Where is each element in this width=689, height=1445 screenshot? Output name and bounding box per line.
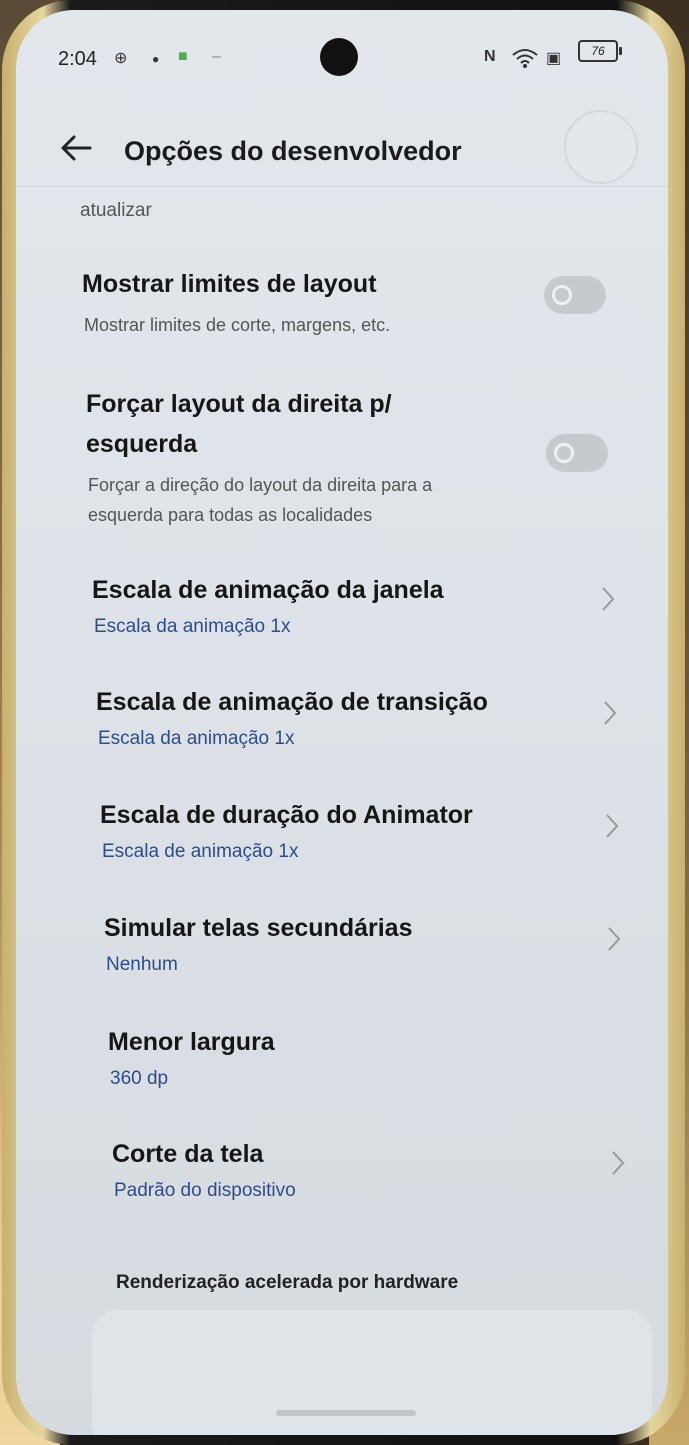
- setting-value: Escala da animação 1x: [98, 728, 295, 749]
- setting-force-rtl[interactable]: Forçar layout da direita p/ esquerda For…: [16, 384, 668, 534]
- section-header-hardware-rendering: Renderização acelerada por hardware: [116, 1272, 459, 1293]
- wifi-icon: [512, 48, 538, 73]
- setting-title: Escala de duração do Animator: [100, 801, 473, 829]
- toggle-knob: [554, 443, 574, 463]
- setting-smallest-width[interactable]: Menor largura 360 dp: [16, 1022, 668, 1112]
- setting-title: Mostrar limites de layout: [82, 270, 377, 298]
- sim-icon: ▣: [546, 50, 562, 67]
- front-camera: [320, 38, 358, 76]
- setting-value: Escala da animação 1x: [94, 616, 291, 637]
- toggle-show-layout-bounds[interactable]: [544, 276, 606, 314]
- setting-subtitle-line1: Forçar a direção do layout da direita pa…: [88, 475, 433, 495]
- setting-value: Nenhum: [106, 954, 178, 975]
- battery-indicator: 76: [578, 40, 622, 62]
- chevron-right-icon: [606, 814, 619, 838]
- setting-simulate-secondary-displays[interactable]: Simular telas secundárias Nenhum: [16, 908, 668, 998]
- setting-animator-duration-scale[interactable]: Escala de duração do Animator Escala de …: [16, 795, 668, 885]
- toggle-force-rtl[interactable]: [546, 434, 608, 472]
- app-header: Opções do desenvolvedor: [16, 110, 668, 190]
- setting-value: 360 dp: [110, 1068, 169, 1089]
- nfc-icon: N: [484, 48, 496, 65]
- back-arrow-icon[interactable]: [56, 128, 96, 168]
- chevron-right-icon: [604, 701, 617, 725]
- setting-window-animation-scale[interactable]: Escala de animação da janela Escala da a…: [16, 570, 668, 660]
- setting-title: Escala de animação de transição: [96, 688, 488, 716]
- section-card: [92, 1310, 652, 1435]
- setting-show-layout-bounds[interactable]: Mostrar limites de layout Mostrar limite…: [16, 264, 668, 364]
- app-notification-icon: ■: [178, 48, 188, 65]
- page-title: Opções do desenvolvedor: [124, 136, 462, 166]
- gesture-nav-bar[interactable]: [276, 1410, 416, 1416]
- chevron-right-icon: [602, 587, 615, 611]
- setting-subtitle: Mostrar limites de corte, margens, etc.: [84, 315, 391, 335]
- setting-title-line2: esquerda: [86, 430, 198, 458]
- header-divider: [16, 186, 668, 187]
- setting-display-cutout[interactable]: Corte da tela Padrão do dispositivo: [16, 1134, 668, 1224]
- screen: 2:04 ⊕ ● ■ – N ▣ 76 Opções do desenvolve…: [16, 10, 668, 1435]
- setting-title: Menor largura: [108, 1028, 275, 1056]
- notification-icon: ●: [152, 52, 160, 66]
- setting-title: Simular telas secundárias: [104, 914, 413, 942]
- previous-item-subtitle: atualizar: [80, 200, 152, 221]
- setting-title: Escala de animação da janela: [92, 576, 444, 604]
- setting-title-line1: Forçar layout da direita p/: [86, 390, 392, 418]
- toggle-knob: [552, 285, 572, 305]
- setting-value: Padrão do dispositivo: [114, 1180, 296, 1201]
- setting-transition-animation-scale[interactable]: Escala de animação de transição Escala d…: [16, 682, 668, 772]
- vpn-icon: ⊕: [114, 50, 128, 67]
- phone-frame: 2:04 ⊕ ● ■ – N ▣ 76 Opções do desenvolve…: [2, 0, 685, 1445]
- setting-title: Corte da tela: [112, 1140, 264, 1168]
- chevron-right-icon: [612, 1151, 625, 1175]
- status-time: 2:04: [58, 48, 97, 70]
- more-notifications-icon: –: [212, 48, 221, 65]
- chevron-right-icon: [608, 927, 621, 951]
- setting-value: Escala de animação 1x: [102, 841, 299, 862]
- search-circle-button[interactable]: [564, 110, 638, 184]
- status-bar: 2:04 ⊕ ● ■ – N ▣ 76: [16, 10, 668, 110]
- setting-subtitle-line2: esquerda para todas as localidades: [88, 505, 373, 525]
